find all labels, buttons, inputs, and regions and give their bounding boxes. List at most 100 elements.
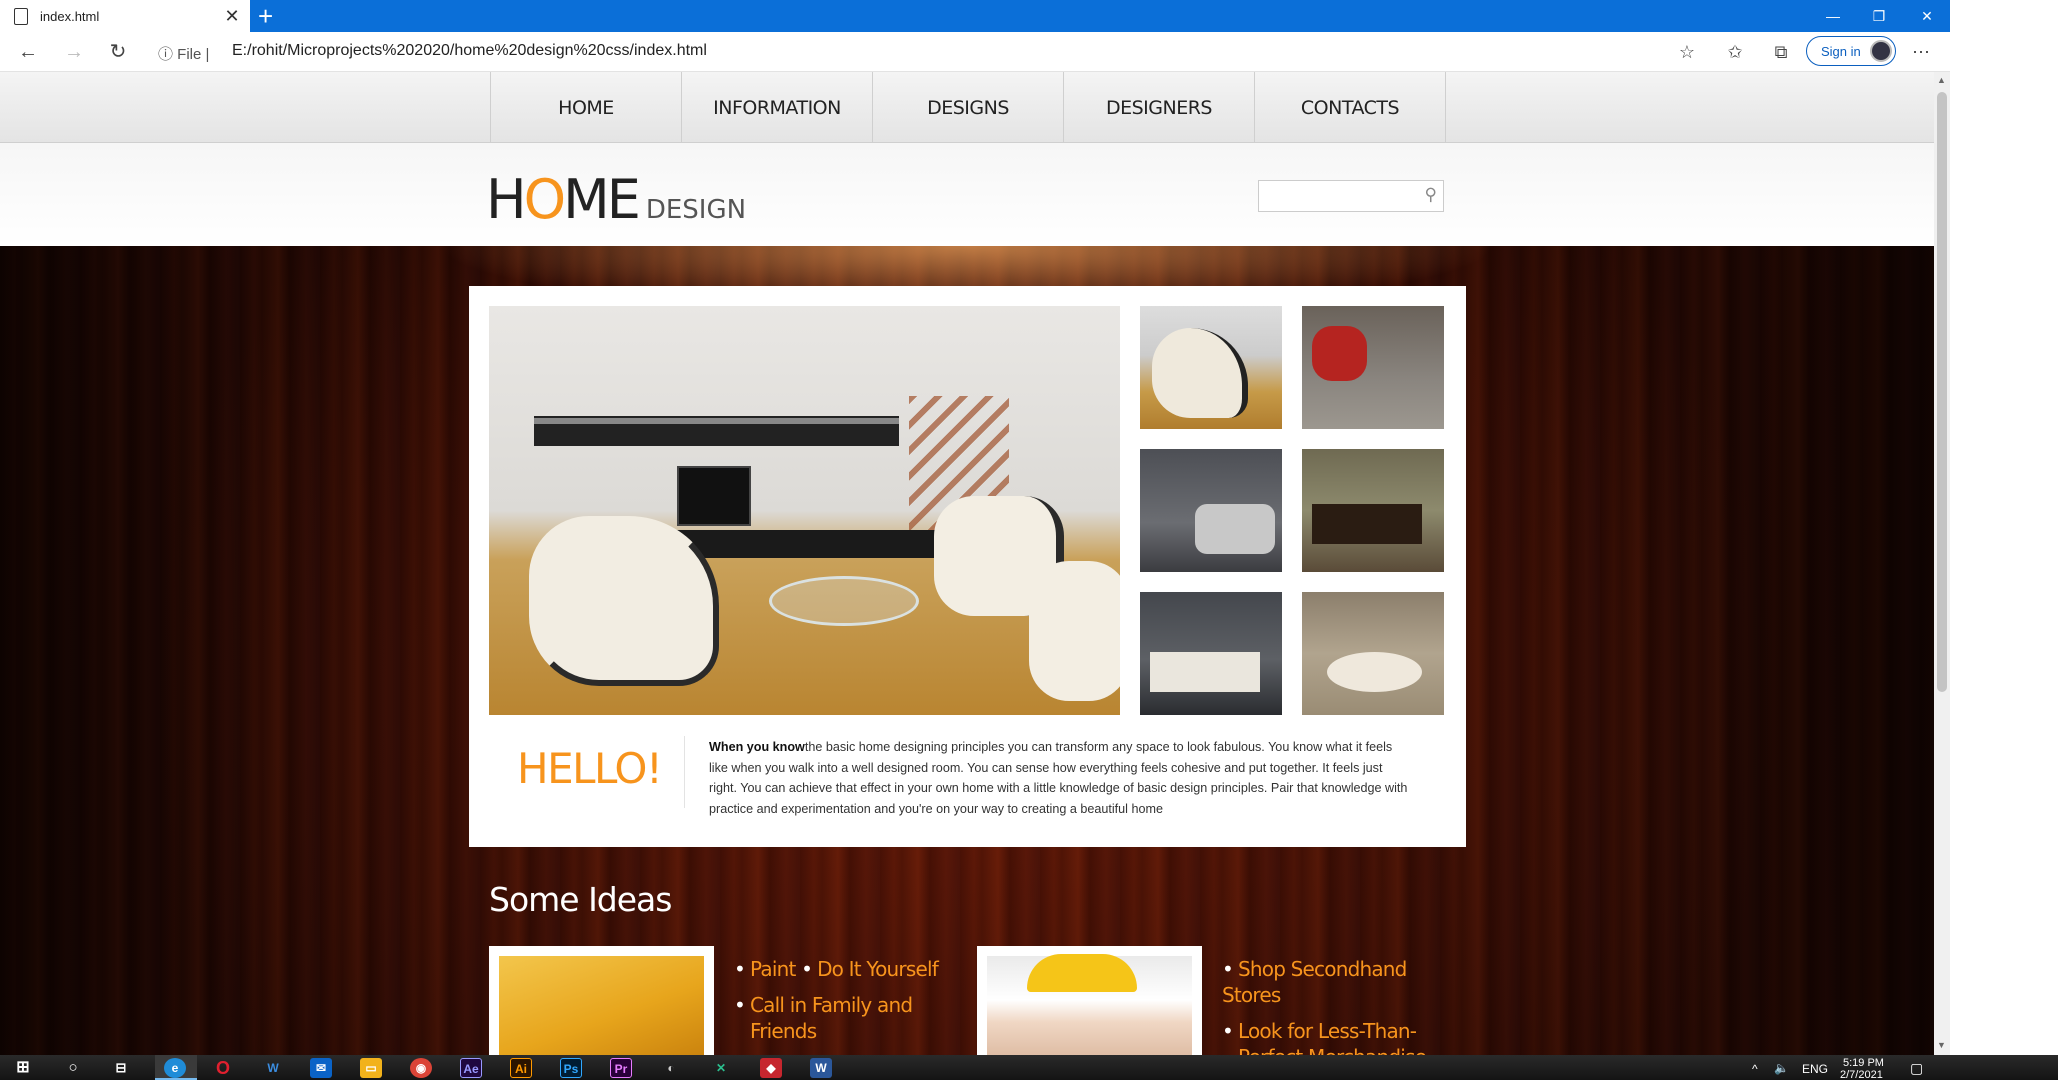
edge-icon[interactable]: e (164, 1058, 186, 1078)
illustrator-icon[interactable]: Ai (510, 1058, 532, 1078)
scroll-down-icon[interactable]: ▼ (1937, 1040, 1946, 1050)
hero-table (769, 576, 919, 626)
refresh-icon[interactable]: ↻ (104, 38, 132, 66)
idea-link-paint[interactable]: Paint (750, 957, 796, 981)
idea-card-paint[interactable] (489, 946, 714, 1055)
nav-information[interactable]: INFORMATION (682, 72, 873, 143)
scroll-thumb[interactable] (1937, 92, 1947, 692)
restore-icon[interactable]: ❐ (1856, 0, 1902, 32)
paint-roller-image (499, 956, 704, 1055)
logo-subtitle: DESIGN (645, 195, 747, 225)
mail-icon[interactable]: ✉ (310, 1058, 332, 1078)
address-bar: ← → ↻ ⓘ File | E:/rohit/Microprojects%20… (0, 32, 1950, 72)
tray-chevron-icon[interactable]: ^ (1752, 1062, 1758, 1076)
idea-link-family[interactable]: Call in Family and Friends (750, 992, 954, 1044)
nav-designers[interactable]: DESIGNERS (1064, 72, 1255, 143)
gallery-thumbnail-5[interactable] (1140, 592, 1282, 715)
url-scheme-label[interactable]: ⓘ File | (158, 43, 209, 64)
hero-shelf-edge (534, 418, 899, 424)
gallery-thumbnail-2[interactable] (1302, 306, 1444, 429)
site-logo[interactable]: HOME DESIGN (486, 168, 746, 231)
opera-icon[interactable]: O (212, 1058, 234, 1078)
browser-tab[interactable]: index.html ✕ (0, 0, 250, 32)
chrome-icon[interactable]: ◉ (410, 1058, 432, 1078)
divider (684, 736, 685, 808)
idea-card-shop[interactable] (977, 946, 1202, 1055)
sign-in-button[interactable]: Sign in (1806, 36, 1896, 66)
avatar (1870, 40, 1892, 62)
list-item: • Call in Family and Friends (734, 992, 954, 1044)
clock-date[interactable]: 2/7/2021 (1840, 1069, 1883, 1080)
wps-icon[interactable]: W (262, 1058, 284, 1078)
idea-link-diy[interactable]: Do It Yourself (817, 957, 939, 981)
gallery-thumbnail-6[interactable] (1302, 592, 1444, 715)
sketchup-icon[interactable]: ◆ (760, 1058, 782, 1078)
minimize-icon[interactable]: — (1810, 0, 1856, 32)
gallery-thumbnail-1[interactable] (1140, 306, 1282, 429)
site-nav: HOME INFORMATION DESIGNS DESIGNERS CONTA… (0, 72, 1934, 143)
page-icon (14, 7, 28, 25)
tab-title: index.html (40, 8, 100, 24)
hero-sofa-2 (1029, 561, 1120, 701)
more-options-icon[interactable]: ⋯ (1908, 40, 1934, 64)
list-item: •Look for Less-Than-Perfect Merchandise (1222, 1018, 1452, 1055)
file-explorer-icon[interactable]: ▭ (360, 1058, 382, 1078)
intro-bold: When you know (709, 740, 805, 754)
nav-home[interactable]: HOME (491, 72, 682, 143)
search-icon[interactable]: ⚲ (1425, 185, 1437, 205)
list-item: • Paint • Do It Yourself (734, 957, 939, 981)
nav-designs[interactable]: DESIGNS (873, 72, 1064, 143)
gallery-thumbnail-3[interactable] (1140, 449, 1282, 572)
clock-time[interactable]: 5:19 PM (1843, 1057, 1884, 1069)
taskbar (0, 1055, 2058, 1080)
favorites-icon[interactable]: ✩ (1722, 40, 1748, 64)
close-tab-icon[interactable]: ✕ (220, 6, 244, 27)
idea-link-less-than-perfect[interactable]: Look for Less-Than-Perfect Merchandise (1238, 1018, 1452, 1055)
app-icon[interactable]: ◐ (660, 1058, 682, 1078)
notification-icon[interactable]: ▢ (1910, 1060, 1923, 1077)
worker-image (987, 954, 1192, 1055)
ideas-heading: Some Ideas (489, 880, 672, 919)
site-header: HOME DESIGN (0, 143, 1934, 246)
hero-image (489, 306, 1120, 715)
photoshop-icon[interactable]: Ps (560, 1058, 582, 1078)
after-effects-icon[interactable]: Ae (460, 1058, 482, 1078)
idea-link-secondhand[interactable]: Shop Secondhand Stores (1222, 957, 1407, 1007)
wood-shadow-left (0, 246, 260, 1055)
new-tab-button[interactable]: + (258, 2, 273, 30)
windows-start-icon[interactable]: ⊞ (12, 1058, 34, 1078)
word-icon[interactable]: W (810, 1058, 832, 1078)
hello-heading: HELLO! (517, 744, 663, 793)
search-icon[interactable]: ○ (62, 1058, 84, 1078)
volume-icon[interactable]: 🔈 (1774, 1061, 1789, 1075)
forward-arrow-icon[interactable]: → (60, 38, 88, 66)
premiere-icon[interactable]: Pr (610, 1058, 632, 1078)
page-viewport: HOME INFORMATION DESIGNS DESIGNERS CONTA… (0, 72, 1934, 1055)
idea-list-left: • Paint • Do It Yourself • Call in Family a… (734, 956, 954, 1054)
intro-paragraph: When you knowthe basic home designing pr… (709, 737, 1409, 819)
xampp-icon[interactable]: ✕ (710, 1058, 732, 1078)
content-panel: HELLO! When you knowthe basic home desig… (469, 286, 1466, 847)
wood-shadow-right (1674, 246, 1934, 1055)
url-input[interactable]: E:/rohit/Microprojects%202020/home%20des… (232, 42, 707, 60)
nav-contacts[interactable]: CONTACTS (1255, 72, 1446, 143)
scroll-up-icon[interactable]: ▲ (1937, 75, 1946, 85)
sign-in-label: Sign in (1821, 43, 1861, 59)
intro-text: the basic home designing principles you … (709, 740, 1408, 816)
language-indicator[interactable]: ENG (1802, 1062, 1828, 1076)
idea-list-right: • Shop Secondhand Stores • Look for Less-T… (1222, 956, 1452, 1055)
page-scrollbar[interactable]: ▲ ▼ (1934, 72, 1950, 1055)
hero-chair (529, 516, 719, 686)
logo-letter-accent: O (523, 168, 566, 231)
hero-tv (677, 466, 751, 526)
search-input[interactable]: ⚲ (1258, 180, 1444, 212)
close-window-icon[interactable]: ✕ (1904, 0, 1950, 32)
logo-letter: M (563, 168, 610, 231)
back-arrow-icon[interactable]: ← (14, 38, 42, 66)
list-item: • Shop Secondhand Stores (1222, 957, 1407, 1007)
add-favorite-icon[interactable]: ☆ (1674, 40, 1700, 64)
task-view-icon[interactable]: ⊟ (110, 1058, 132, 1078)
logo-letter: H (486, 168, 527, 231)
gallery-thumbnail-4[interactable] (1302, 449, 1444, 572)
collections-icon[interactable]: ⧉ (1768, 40, 1794, 64)
